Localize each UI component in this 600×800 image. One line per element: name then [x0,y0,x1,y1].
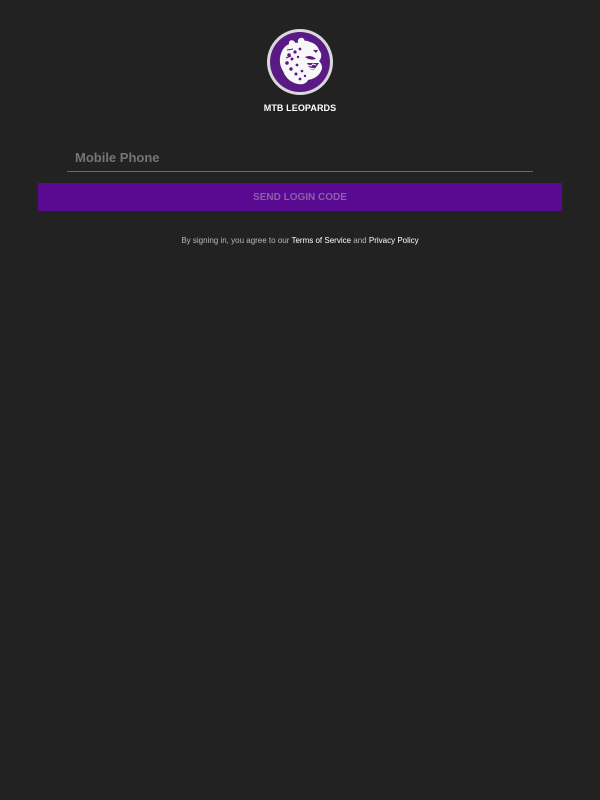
mobile-phone-field[interactable] [67,145,533,172]
organization-name: MTB LEOPARDS [263,103,337,113]
leopard-head-icon [279,37,323,85]
mobile-phone-input[interactable] [67,145,533,169]
terms-joiner-text: and [353,236,367,245]
logo-inner [270,32,330,92]
terms-prefix-text: By signing in, you agree to our [181,236,290,245]
logo-badge [267,29,333,95]
send-login-code-button[interactable]: SEND LOGIN CODE [38,183,562,211]
privacy-policy-link[interactable]: Privacy Policy [369,236,419,245]
logo-block: MTB LEOPARDS [0,29,600,113]
terms-of-service-link[interactable]: Terms of Service [291,236,351,245]
terms-notice: By signing in, you agree to our Terms of… [0,236,600,246]
